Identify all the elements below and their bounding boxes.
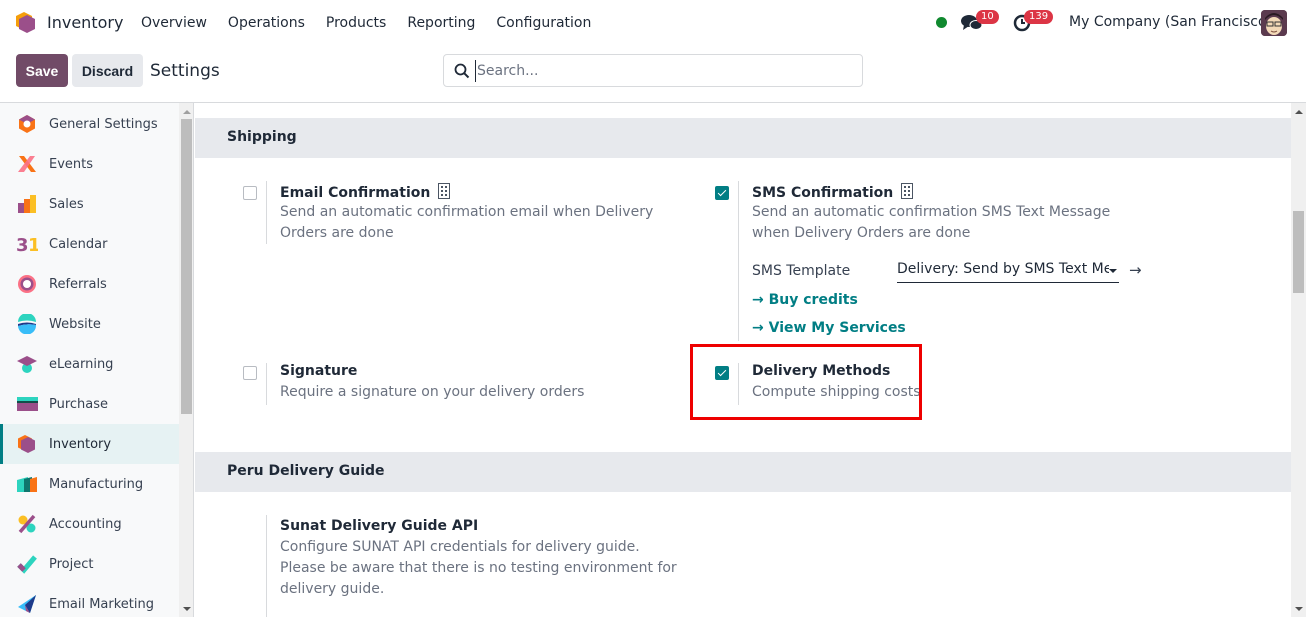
save-button[interactable]: Save (16, 54, 68, 87)
scroll-up-arrow-icon[interactable] (183, 110, 191, 114)
menu-reporting[interactable]: Reporting (407, 15, 475, 31)
app-name[interactable]: Inventory (47, 13, 123, 32)
arrow-right-icon: → (752, 320, 764, 336)
sidebar-item-referrals[interactable]: Referrals (0, 264, 179, 304)
setting-divider (738, 181, 739, 341)
highlight-box (690, 344, 922, 420)
referrals-icon (18, 275, 36, 293)
email-confirmation-checkbox[interactable] (243, 186, 257, 200)
sidebar-item-project[interactable]: Project (0, 544, 179, 584)
sunat-api-title: Sunat Delivery Guide API (280, 518, 479, 534)
section-shipping-header: Shipping (195, 118, 1291, 158)
main-menu: Overview Operations Products Reporting C… (141, 15, 612, 31)
search-box[interactable] (443, 54, 863, 87)
sms-template-label: SMS Template (752, 263, 851, 279)
sidebar-item-manufacturing[interactable]: Manufacturing (0, 464, 179, 504)
settings-sidebar: General Settings Events Sales 31 Calenda… (0, 103, 179, 617)
elearning-icon (17, 356, 37, 373)
sidebar-item-website[interactable]: Website (0, 304, 179, 344)
setting-divider (266, 363, 267, 405)
sidebar-item-sales[interactable]: Sales (0, 184, 179, 224)
settings-content: Shipping Email Confirmation Send an auto… (195, 103, 1291, 617)
user-avatar[interactable] (1261, 10, 1287, 36)
section-title: Peru Delivery Guide (227, 463, 385, 479)
messages-count-badge: 10 (976, 10, 999, 24)
menu-overview[interactable]: Overview (141, 15, 207, 31)
sidebar-scroll-thumb[interactable] (181, 119, 192, 414)
inventory-app-icon[interactable] (16, 12, 36, 34)
menu-operations[interactable]: Operations (228, 15, 305, 31)
search-icon (454, 63, 470, 79)
content-scroll-thumb[interactable] (1293, 211, 1304, 293)
scroll-up-arrow-icon[interactable] (1295, 110, 1303, 114)
sms-confirmation-title: SMS Confirmation (752, 183, 914, 201)
sidebar-item-events[interactable]: Events (0, 144, 179, 184)
website-icon (18, 314, 37, 334)
svg-text:3: 3 (16, 235, 29, 254)
sidebar-item-general-settings[interactable]: General Settings (0, 104, 179, 144)
chevron-down-icon (1109, 269, 1117, 273)
activities-count-badge: 139 (1024, 10, 1054, 24)
calendar-icon: 31 (16, 235, 38, 254)
sunat-api-description: Configure SUNAT API credentials for deli… (280, 539, 677, 597)
manufacturing-icon (17, 477, 37, 492)
company-switcher[interactable]: My Company (San Francisco) (1069, 14, 1272, 30)
sidebar-item-calendar[interactable]: 31 Calendar (0, 224, 179, 264)
section-peru-delivery-guide-header: Peru Delivery Guide (195, 452, 1291, 492)
accounting-icon (18, 514, 36, 534)
content-scrollbar[interactable] (1291, 103, 1306, 617)
signature-title: Signature (280, 363, 358, 379)
buy-credits-link[interactable]: → Buy credits (752, 292, 858, 308)
search-input[interactable] (475, 60, 845, 82)
top-navbar: Inventory Overview Operations Products R… (0, 0, 1306, 46)
sms-confirmation-checkbox[interactable] (715, 186, 729, 200)
sidebar-item-email-marketing[interactable]: Email Marketing (0, 584, 179, 617)
view-my-services-link[interactable]: → View My Services (752, 320, 906, 336)
setting-divider (266, 515, 267, 617)
signature-description: Require a signature on your delivery ord… (280, 384, 585, 400)
menu-configuration[interactable]: Configuration (496, 15, 591, 31)
events-icon (18, 156, 36, 172)
email-marketing-icon (18, 595, 36, 613)
email-confirmation-title: Email Confirmation (280, 183, 451, 201)
sms-confirmation-description: Send an automatic confirmation SMS Text … (752, 204, 1111, 241)
purchase-icon (17, 397, 38, 411)
discard-button[interactable]: Discard (72, 54, 143, 87)
project-icon (17, 555, 37, 574)
general-settings-icon (19, 115, 35, 133)
page-title: Settings (150, 61, 220, 81)
company-building-icon (438, 183, 451, 199)
signature-checkbox[interactable] (243, 366, 257, 380)
internal-link-arrow-icon[interactable]: → (1129, 261, 1142, 279)
scroll-down-arrow-icon[interactable] (1295, 607, 1303, 611)
presence-status-icon (936, 17, 947, 28)
svg-text:1: 1 (28, 235, 38, 254)
sidebar-item-accounting[interactable]: Accounting (0, 504, 179, 544)
sidebar-scrollbar[interactable] (179, 103, 194, 617)
section-title: Shipping (227, 129, 297, 145)
arrow-right-icon: → (752, 292, 764, 308)
inventory-icon (18, 435, 35, 453)
sidebar-item-purchase[interactable]: Purchase (0, 384, 179, 424)
company-building-icon (901, 183, 914, 199)
email-confirmation-description: Send an automatic confirmation email whe… (280, 204, 654, 241)
sidebar-item-inventory[interactable]: Inventory (0, 424, 179, 464)
sidebar-item-elearning[interactable]: eLearning (0, 344, 179, 384)
scroll-down-arrow-icon[interactable] (183, 607, 191, 611)
menu-products[interactable]: Products (326, 15, 386, 31)
sms-template-select[interactable]: Delivery: Send by SMS Text Message (897, 261, 1119, 283)
sales-icon (18, 195, 36, 213)
setting-divider (266, 181, 267, 244)
